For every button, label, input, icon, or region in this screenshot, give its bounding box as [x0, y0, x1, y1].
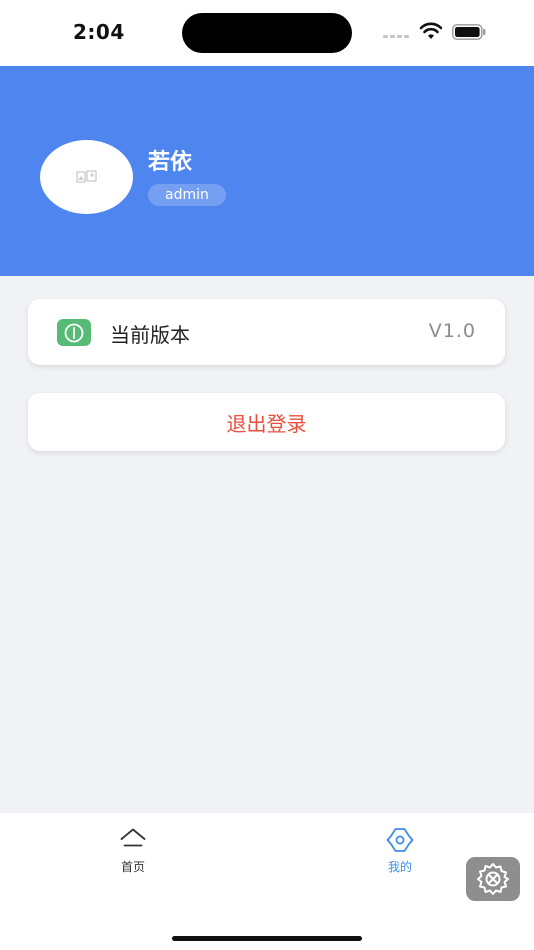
logout-button[interactable]: 退出登录	[28, 393, 505, 451]
role-badge: admin	[148, 184, 226, 206]
status-bar: 2:04	[0, 0, 534, 66]
battery-icon	[452, 24, 486, 40]
tab-home[interactable]: 首页	[93, 825, 173, 875]
profile-header: 若依 admin	[0, 66, 534, 276]
wifi-icon	[419, 22, 443, 39]
tools-icon	[477, 863, 509, 895]
home-indicator	[172, 936, 362, 941]
cellular-signal-icon	[383, 35, 409, 38]
tab-mine[interactable]: 我的	[360, 825, 440, 875]
logout-label: 退出登录	[226, 411, 307, 436]
tab-bar: 首页 我的	[0, 813, 534, 950]
version-value: V1.0	[428, 320, 476, 342]
version-label: 当前版本	[110, 323, 190, 347]
dynamic-island	[182, 13, 352, 53]
username: 若依	[148, 150, 193, 175]
status-time: 2:04	[73, 20, 125, 44]
avatar[interactable]	[40, 140, 133, 214]
broken-image-icon	[76, 170, 96, 183]
info-icon	[57, 319, 91, 346]
screen: 2:04 若依 admin 当前版本 V1.0 退出登录 首页 我的	[0, 0, 534, 950]
tab-mine-label: 我的	[387, 860, 412, 874]
tab-home-label: 首页	[120, 860, 145, 874]
settings-icon	[386, 828, 414, 852]
version-item[interactable]: 当前版本 V1.0	[28, 299, 505, 365]
home-icon	[120, 828, 146, 847]
floating-tool-button[interactable]	[466, 857, 520, 901]
